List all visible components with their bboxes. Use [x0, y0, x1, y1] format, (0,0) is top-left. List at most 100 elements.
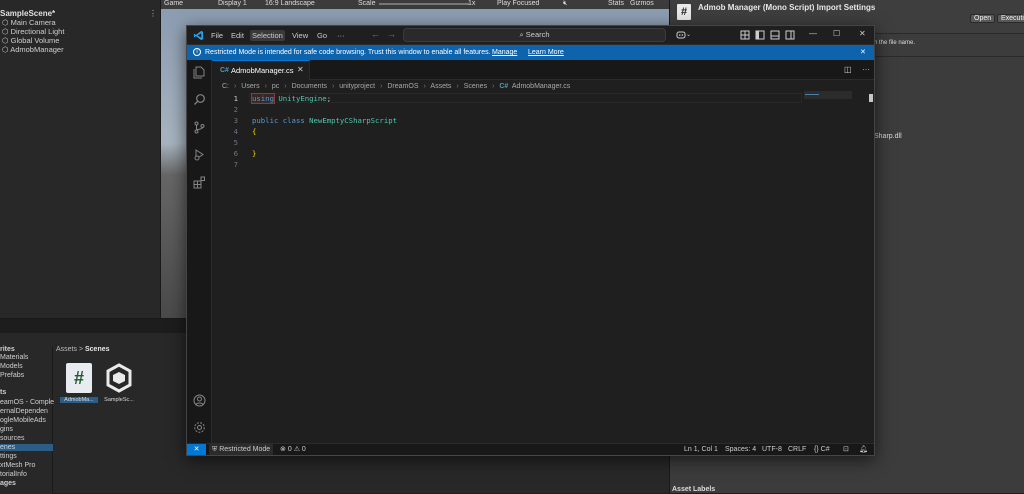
- mute-icon[interactable]: 🔇︎: [563, 0, 567, 8]
- breadcrumb-item[interactable]: Assets: [430, 83, 451, 90]
- run-debug-icon[interactable]: [193, 148, 206, 161]
- breadcrumb-item[interactable]: Users: [241, 83, 259, 90]
- more-icon[interactable]: ⋮: [149, 9, 157, 18]
- more-actions-icon[interactable]: ···: [862, 65, 870, 74]
- hierarchy-item[interactable]: ⬡ AdmobManager: [2, 45, 64, 54]
- manage-link[interactable]: Manage: [492, 45, 517, 60]
- folder-item[interactable]: gins: [0, 426, 13, 433]
- scale-slider[interactable]: [379, 3, 469, 5]
- notifications-bell-icon[interactable]: 🔔︎: [859, 444, 868, 455]
- folder-item[interactable]: Materials: [0, 354, 28, 361]
- hierarchy-item[interactable]: ⬡ Directional Light: [2, 27, 64, 36]
- remote-indicator-icon[interactable]: ✕: [187, 444, 206, 455]
- breadcrumb-item[interactable]: C:: [222, 83, 229, 90]
- customize-layout-icon[interactable]: [740, 30, 750, 40]
- keyword: class: [282, 116, 305, 125]
- tab-admobmanager[interactable]: C# AdmobManager.cs ✕: [212, 60, 310, 80]
- minimize-icon[interactable]: —: [809, 29, 817, 38]
- breadcrumb-item[interactable]: AdmobManager.cs: [512, 83, 570, 90]
- code-line: public class NewEmptyCSharpScript: [252, 116, 397, 125]
- close-banner-icon[interactable]: ✕: [860, 45, 866, 60]
- line-ending[interactable]: CRLF: [788, 444, 806, 455]
- menu-selection[interactable]: Selection: [250, 30, 285, 41]
- language-mode[interactable]: {} C#: [814, 444, 830, 455]
- breadcrumb-item[interactable]: pc: [272, 83, 279, 90]
- breadcrumb-item[interactable]: unityproject: [339, 83, 375, 90]
- play-focused-dropdown[interactable]: Play Focused: [497, 0, 539, 7]
- menu-edit[interactable]: Edit: [229, 30, 246, 41]
- asset-samplescene[interactable]: SampleSc...: [100, 363, 138, 403]
- maximize-icon[interactable]: ☐: [833, 29, 840, 38]
- account-icon[interactable]: [193, 394, 206, 407]
- folder-item[interactable]: sources: [0, 435, 25, 442]
- folder-item[interactable]: ogleMobileAds: [0, 417, 46, 424]
- folder-item[interactable]: Prefabs: [0, 372, 24, 379]
- toggle-panel-icon[interactable]: [770, 30, 780, 40]
- copilot-status-icon[interactable]: ⊡: [843, 444, 849, 455]
- minimap-line: [805, 94, 819, 95]
- folder-item[interactable]: ages: [0, 480, 16, 487]
- hierarchy-item[interactable]: ⬡ Main Camera: [2, 18, 56, 27]
- command-center-search[interactable]: ⌕ Search: [403, 28, 666, 42]
- folder-item[interactable]: eamOS - Comple: [0, 399, 54, 406]
- restricted-mode-banner: i Restricted Mode is intended for safe c…: [187, 45, 874, 60]
- open-button[interactable]: Open: [970, 14, 996, 23]
- execution-order-button[interactable]: Executi: [997, 14, 1024, 23]
- toggle-primary-sidebar-icon[interactable]: [755, 30, 765, 40]
- cursor-position[interactable]: Ln 1, Col 1: [684, 444, 718, 455]
- folder-item[interactable]: ttings: [0, 453, 17, 460]
- folder-item[interactable]: xtMesh Pro: [0, 462, 35, 469]
- breadcrumb-item[interactable]: Scenes: [464, 83, 487, 90]
- scrollbar[interactable]: [869, 94, 873, 102]
- settings-gear-icon[interactable]: [193, 421, 206, 434]
- keyword: public: [252, 116, 279, 125]
- display-dropdown[interactable]: Display 1: [218, 0, 247, 7]
- breadcrumb-item[interactable]: Documents: [292, 83, 327, 90]
- forward-arrow-icon[interactable]: →: [387, 29, 396, 39]
- aspect-dropdown[interactable]: 16:9 Landscape: [265, 0, 315, 7]
- split-editor-icon[interactable]: ◫: [844, 65, 852, 74]
- close-tab-icon[interactable]: ✕: [297, 65, 304, 74]
- learn-more-link[interactable]: Learn More: [528, 45, 564, 60]
- minimap[interactable]: [804, 91, 852, 99]
- scene-name[interactable]: SampleScene*: [0, 9, 55, 18]
- menu-view[interactable]: View: [290, 30, 310, 41]
- toggle-secondary-sidebar-icon[interactable]: [785, 30, 795, 40]
- gizmos-button[interactable]: Gizmos: [630, 0, 654, 7]
- game-tab[interactable]: Game: [164, 0, 183, 7]
- restricted-mode-status[interactable]: ⛨ Restricted Mode: [209, 444, 274, 455]
- problems-status[interactable]: ⊗ 0 ⚠ 0: [280, 444, 306, 455]
- line-number: 6: [233, 149, 238, 158]
- encoding[interactable]: UTF-8: [762, 444, 782, 455]
- breadcrumb-assets[interactable]: Assets: [56, 346, 77, 353]
- menu-file[interactable]: File: [209, 30, 225, 41]
- scale-value: 1x: [468, 0, 476, 7]
- stats-button[interactable]: Stats: [608, 0, 624, 7]
- indentation[interactable]: Spaces: 4: [725, 444, 756, 455]
- folder-item[interactable]: torialInfo: [0, 471, 27, 478]
- breadcrumb-item[interactable]: DreamOS: [387, 83, 418, 90]
- asset-labels[interactable]: Asset Labels: [672, 486, 715, 493]
- code-editor[interactable]: 1 2 3 4 5 6 7 using UnityEngine; public …: [212, 91, 874, 443]
- explorer-icon[interactable]: [193, 66, 206, 79]
- folder-item[interactable]: Models: [0, 363, 23, 370]
- source-control-icon[interactable]: [193, 121, 206, 134]
- folder-item[interactable]: rites: [0, 346, 15, 353]
- folder-item[interactable]: ernalDependen: [0, 408, 48, 415]
- search-icon[interactable]: [193, 93, 206, 106]
- menu-more[interactable]: ···: [335, 30, 347, 41]
- shield-icon: ⛨: [212, 446, 218, 453]
- chevron-down-icon[interactable]: ⌄: [686, 31, 691, 38]
- copilot-icon[interactable]: [676, 30, 686, 40]
- hierarchy-item[interactable]: ⬡ Global Volume: [2, 36, 59, 45]
- extensions-icon[interactable]: [193, 176, 206, 189]
- asset-admobmanager[interactable]: # AdmobMa...: [60, 363, 98, 403]
- breadcrumb-scenes[interactable]: Scenes: [85, 346, 110, 353]
- folder-item-selected[interactable]: enes: [0, 444, 53, 451]
- error-icon: ⊗: [280, 446, 286, 453]
- menu-go[interactable]: Go: [315, 30, 329, 41]
- back-arrow-icon[interactable]: ←: [371, 29, 380, 39]
- folder-item[interactable]: ts: [0, 389, 6, 396]
- csharp-file-icon: C#: [499, 83, 509, 90]
- close-window-icon[interactable]: ✕: [859, 29, 866, 38]
